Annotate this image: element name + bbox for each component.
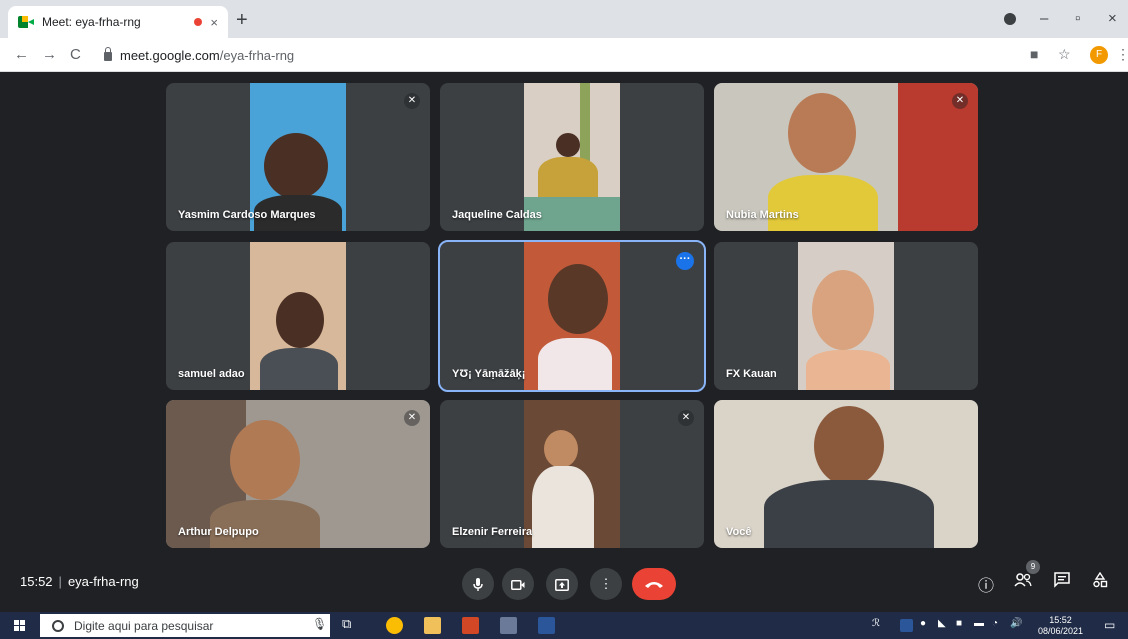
taskbar-search[interactable]: Digite aqui para pesquisar: [40, 614, 330, 637]
participant-name: Yasmim Cardoso Marques: [178, 209, 316, 221]
windows-taskbar: Digite aqui para pesquisar 🎙 ⧉ ℛ ● ◣ ■ ▬…: [0, 612, 1128, 639]
participant-video: [250, 242, 346, 390]
camera-indicator-icon[interactable]: ■: [1030, 46, 1038, 62]
maximize-button[interactable]: ▫: [1075, 10, 1080, 27]
browser-tab[interactable]: Meet: eya-frha-rng ×: [8, 6, 228, 38]
windows-start-icon[interactable]: [14, 620, 26, 632]
mic-off-icon: ✕: [678, 410, 694, 426]
camera-icon: [511, 579, 525, 590]
taskbar-search-placeholder: Digite aqui para pesquisar: [74, 618, 214, 633]
end-call-button[interactable]: [632, 568, 676, 600]
chrome-taskbar-icon[interactable]: [386, 617, 403, 634]
meeting-info: 15:52 | eya-frha-rng: [20, 574, 139, 589]
participant-video: [714, 400, 978, 548]
microphone-search-icon[interactable]: 🎙: [312, 617, 327, 631]
more-options-button[interactable]: ⋮: [590, 568, 622, 600]
participant-tile[interactable]: ✕ Elzenir Ferreira: [440, 400, 704, 548]
chat-icon[interactable]: [1054, 572, 1070, 593]
taskbar-clock[interactable]: 15:52 08/06/2021: [1038, 615, 1083, 637]
people-svg: [1014, 573, 1032, 587]
people-tray-icon[interactable]: ℛ: [872, 618, 880, 629]
participant-tile[interactable]: ✕ Yasmim Cardoso Marques: [166, 83, 430, 231]
participant-video: [524, 400, 620, 548]
back-arrow-icon[interactable]: ←: [14, 46, 29, 63]
participant-name: Jaqueline Caldas: [452, 209, 542, 221]
participant-name: YƱ¡ Yāṃāžāķ¡: [452, 368, 526, 380]
meeting-grid: ✕ Yasmim Cardoso Marques Jaqueline Calda…: [0, 72, 1128, 560]
bookmark-star-icon[interactable]: ☆: [1058, 46, 1071, 63]
tab-title: Meet: eya-frha-rng: [42, 15, 141, 29]
new-tab-button[interactable]: +: [236, 9, 248, 32]
wifi-icon[interactable]: ◔: [992, 618, 998, 629]
participant-name: samuel adao: [178, 368, 245, 380]
participant-video: [798, 242, 894, 390]
window-close-button[interactable]: ×: [1108, 10, 1117, 27]
chat-svg: [1054, 572, 1070, 588]
more-options-icon[interactable]: ···: [676, 252, 694, 270]
file-explorer-taskbar-icon[interactable]: [424, 617, 441, 634]
present-screen-icon: [555, 578, 569, 591]
browser-menu-icon[interactable]: ⋮: [1116, 46, 1128, 63]
participant-tile[interactable]: FX Kauan: [714, 242, 978, 390]
participant-tile[interactable]: Jaqueline Caldas: [440, 83, 704, 231]
notifications-icon[interactable]: ▭: [1104, 618, 1115, 632]
url-path: /eya-frha-rng: [219, 47, 295, 63]
recording-dot-icon: [194, 18, 203, 26]
participant-name: Nubia Martins: [726, 209, 799, 221]
word-taskbar-icon[interactable]: [538, 617, 555, 634]
taskbar-time: 15:52: [1049, 615, 1072, 625]
browser-tab-strip: Meet: eya-frha-rng × + – ▫ ×: [0, 0, 1128, 38]
participant-name: FX Kauan: [726, 368, 777, 380]
participant-tile[interactable]: ✕ Arthur Delpupo: [166, 400, 430, 548]
meeting-details-icon[interactable]: ⓘ: [978, 572, 994, 596]
meeting-info-separator: |: [58, 574, 62, 589]
cortana-icon: [52, 619, 64, 632]
people-icon[interactable]: [1014, 572, 1032, 593]
bluetooth-tray-icon[interactable]: ●: [920, 618, 926, 629]
meeting-time: 15:52: [20, 574, 53, 589]
task-view-icon[interactable]: ⧉: [342, 616, 351, 632]
tray-app3-icon[interactable]: ▬: [974, 618, 984, 629]
participant-name: Arthur Delpupo: [178, 526, 259, 538]
meet-favicon-icon: [18, 16, 34, 28]
participant-tile[interactable]: ✕ Nubia Martins: [714, 83, 978, 231]
profile-indicator-icon[interactable]: [1004, 13, 1016, 25]
forward-arrow-icon[interactable]: →: [42, 46, 57, 63]
tab-close-button[interactable]: ×: [210, 15, 218, 30]
word-tray-icon[interactable]: [900, 619, 913, 632]
participant-tile[interactable]: samuel adao: [166, 242, 430, 390]
meeting-controls: 15:52 | eya-frha-rng ⋮ ⓘ 9: [0, 560, 1128, 612]
activities-svg: [1093, 571, 1108, 588]
mic-off-icon: ✕: [404, 93, 420, 109]
address-bar[interactable]: meet.google.com/eya-frha-rng: [104, 43, 1004, 67]
app-taskbar-icon[interactable]: [500, 617, 517, 634]
participant-name: Você: [726, 526, 752, 538]
participant-name: Elzenir Ferreira: [452, 526, 533, 538]
powerpoint-taskbar-icon[interactable]: [462, 617, 479, 634]
microphone-icon: [473, 577, 483, 591]
mic-off-icon: ✕: [952, 93, 968, 109]
taskbar-date: 08/06/2021: [1038, 626, 1084, 636]
present-screen-button[interactable]: [546, 568, 578, 600]
participant-tile-active[interactable]: ··· YƱ¡ Yāṃāžāķ¡: [438, 240, 706, 392]
participant-video: [524, 242, 620, 390]
reload-icon[interactable]: C: [70, 46, 81, 63]
profile-avatar[interactable]: F: [1090, 46, 1108, 64]
activities-icon[interactable]: [1092, 571, 1108, 593]
hang-up-icon: [645, 581, 663, 588]
camera-button[interactable]: [502, 568, 534, 600]
lock-icon: [104, 46, 112, 61]
volume-icon[interactable]: 🔊: [1010, 618, 1022, 629]
mic-off-icon: ✕: [404, 410, 420, 426]
meeting-code: eya-frha-rng: [67, 574, 139, 589]
participant-tile-self[interactable]: Você: [714, 400, 978, 548]
url-host: meet.google.com: [120, 47, 220, 63]
tray-app2-icon[interactable]: ■: [956, 618, 962, 629]
tray-app-icon[interactable]: ◣: [938, 618, 946, 629]
microphone-button[interactable]: [462, 568, 494, 600]
minimize-button[interactable]: –: [1040, 10, 1048, 27]
browser-toolbar: ← → C meet.google.com/eya-frha-rng ■ ☆ F…: [0, 38, 1128, 72]
